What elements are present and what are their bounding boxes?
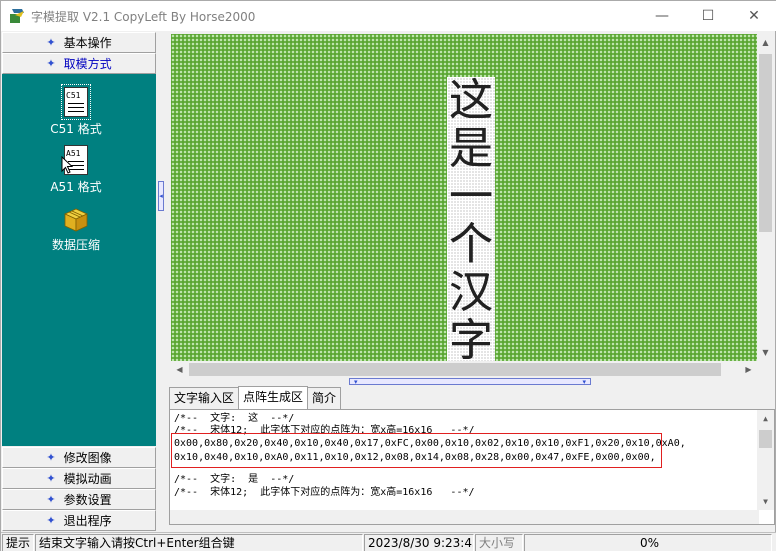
output-vertical-scrollbar[interactable]: ▲ ▼ xyxy=(757,410,774,510)
output-tabs: 文字输入区 点阵生成区 简介 xyxy=(169,386,342,409)
scroll-thumb[interactable] xyxy=(759,430,772,448)
nav-modify-image[interactable]: ✦ 修改图像 xyxy=(2,447,156,468)
nav-simulate-animation[interactable]: ✦ 模拟动画 xyxy=(2,468,156,489)
tool-label: A51 格式 xyxy=(50,180,102,194)
scroll-left-icon[interactable]: ◀ xyxy=(171,361,188,378)
app-window: 字模提取 V2.1 CopyLeft By Horse2000 — ☐ ✕ ✦ … xyxy=(0,0,776,551)
glyph-char: 个 xyxy=(449,219,493,270)
status-bar: 提示 结束文字输入请按Ctrl+Enter组合键 2023/8/30 9:23:… xyxy=(1,532,776,551)
mouse-cursor-icon xyxy=(61,156,73,174)
scroll-down-icon[interactable]: ▼ xyxy=(757,344,774,361)
minimize-button[interactable]: — xyxy=(639,1,685,31)
collapse-up-arrow-icon[interactable]: ▾ xyxy=(354,378,358,386)
nav-basic-operations[interactable]: ✦ 基本操作 xyxy=(2,32,156,53)
code-output-area[interactable]: /*-- 文字: 这 --*/ /*-- 宋体12; 此字体下对应的点阵为：宽x… xyxy=(169,409,775,525)
tool-a51-format[interactable]: A51 A51 格式 xyxy=(36,145,116,195)
diamond-icon: ✦ xyxy=(46,514,56,527)
app-logo-icon xyxy=(9,8,25,24)
output-horizontal-scrollbar[interactable] xyxy=(170,510,759,524)
title-bar[interactable]: 字模提取 V2.1 CopyLeft By Horse2000 — ☐ ✕ xyxy=(1,1,776,31)
status-hint: 结束文字输入请按Ctrl+Enter组合键 xyxy=(35,534,363,551)
window-title: 字模提取 V2.1 CopyLeft By Horse2000 xyxy=(31,9,256,24)
maximize-button[interactable]: ☐ xyxy=(685,1,731,31)
scroll-up-icon[interactable]: ▲ xyxy=(757,410,774,427)
glyph-char: 一 xyxy=(449,171,493,222)
diamond-icon: ✦ xyxy=(46,472,56,485)
nav-exit-program[interactable]: ✦ 退出程序 xyxy=(2,510,156,531)
tool-data-compress[interactable]: 数据压缩 xyxy=(36,206,116,253)
scroll-right-icon[interactable]: ▶ xyxy=(740,361,757,378)
diamond-icon: ✦ xyxy=(46,451,56,464)
tab-introduction[interactable]: 简介 xyxy=(307,387,342,409)
diamond-icon: ✦ xyxy=(46,57,56,70)
glyph-preview-strip: 这 是 一 个 汉 字 xyxy=(447,77,495,361)
status-progress: 0% xyxy=(524,534,772,551)
tool-c51-format[interactable]: C51 C51 格式 xyxy=(36,84,116,137)
status-label: 提示 xyxy=(2,534,34,551)
diamond-icon: ✦ xyxy=(46,36,56,49)
tool-label: C51 格式 xyxy=(50,122,102,136)
status-caps-indicator: 大小写 xyxy=(475,534,523,551)
tool-label: 数据压缩 xyxy=(51,238,100,252)
sidebar: ✦ 基本操作 ✦ 取模方式 C51 C51 格式 A51 A51 格式 数据压缩… xyxy=(2,31,157,531)
collapse-left-arrow-icon[interactable]: ◂ xyxy=(158,181,164,211)
diamond-icon: ✦ xyxy=(46,493,56,506)
splitter-handle[interactable]: ▾ ▾ xyxy=(349,378,591,386)
compress-box-icon xyxy=(64,208,88,232)
output-line: /*-- 文字: 是 --*/ xyxy=(174,474,295,485)
glyph-char: 汉 xyxy=(449,267,493,318)
glyph-char: 这 xyxy=(449,75,493,126)
scroll-thumb[interactable] xyxy=(189,363,721,376)
scroll-thumb[interactable] xyxy=(759,54,772,232)
tab-dot-matrix-output[interactable]: 点阵生成区 xyxy=(238,386,309,409)
scroll-down-icon[interactable]: ▼ xyxy=(757,493,774,510)
close-button[interactable]: ✕ xyxy=(731,1,776,31)
glyph-char: 字 xyxy=(449,315,493,362)
dot-matrix-panel: 这 是 一 个 汉 字 ▲ ▼ ◀ ▶ xyxy=(167,31,775,378)
status-datetime: 2023/8/30 9:23:43 xyxy=(364,534,474,551)
tab-text-input[interactable]: 文字输入区 xyxy=(169,387,240,409)
nav-modulus-mode[interactable]: ✦ 取模方式 xyxy=(2,53,156,74)
highlight-annotation-box xyxy=(171,433,662,468)
nav-parameter-settings[interactable]: ✦ 参数设置 xyxy=(2,489,156,510)
vertical-splitter[interactable]: ◂ xyxy=(157,31,167,531)
collapse-down-arrow-icon[interactable]: ▾ xyxy=(582,378,586,386)
matrix-horizontal-scrollbar[interactable]: ◀ ▶ xyxy=(171,361,757,378)
dot-matrix-canvas[interactable]: 这 是 一 个 汉 字 xyxy=(171,34,757,361)
c51-document-icon: C51 xyxy=(61,84,91,120)
glyph-char: 是 xyxy=(449,123,493,174)
tool-panel: C51 C51 格式 A51 A51 格式 数据压缩 xyxy=(2,74,156,446)
scroll-up-icon[interactable]: ▲ xyxy=(757,34,774,51)
matrix-vertical-scrollbar[interactable]: ▲ ▼ xyxy=(757,34,774,361)
output-line: /*-- 宋体12; 此字体下对应的点阵为：宽x高=16x16 --*/ xyxy=(174,487,475,498)
